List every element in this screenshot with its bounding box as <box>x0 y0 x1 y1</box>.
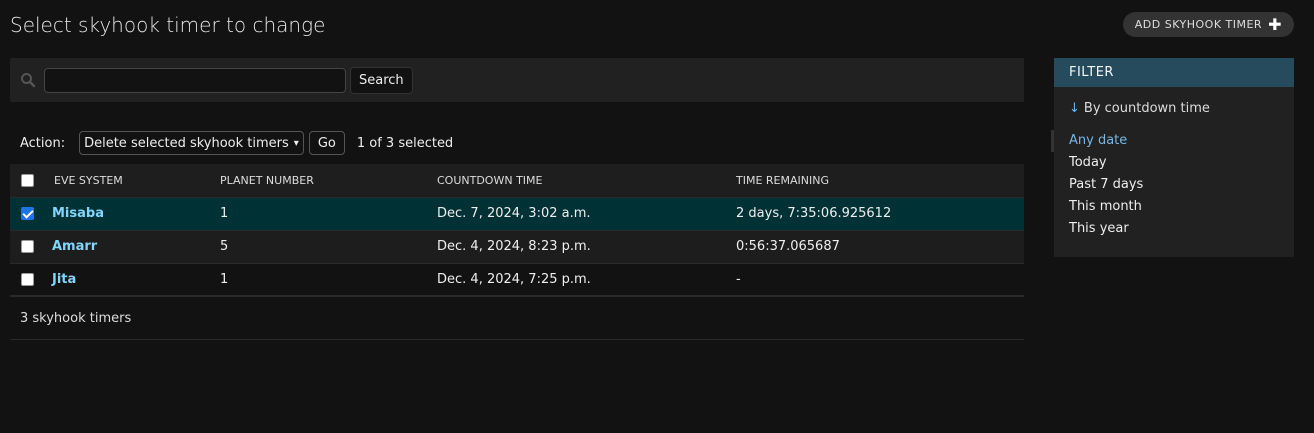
filter-option-today[interactable]: Today <box>1069 152 1294 174</box>
column-header-planet-number[interactable]: PLANET NUMBER <box>220 164 437 198</box>
time-remaining-cell: 0:56:37.065687 <box>736 230 1024 264</box>
countdown-time-cell: Dec. 7, 2024, 3:02 a.m. <box>437 197 736 231</box>
eve-system-link[interactable]: Misaba <box>52 206 104 221</box>
chevron-down-icon: ▾ <box>293 137 299 149</box>
select-all-checkbox[interactable] <box>21 174 34 187</box>
column-header-eve-system[interactable]: EVE SYSTEM <box>46 164 220 198</box>
filter-title: FILTER <box>1054 58 1294 87</box>
row-checkbox[interactable] <box>21 240 34 253</box>
planet-number-cell: 1 <box>220 197 437 231</box>
action-select[interactable]: Delete selected skyhook timers ▾ <box>79 131 304 155</box>
row-checkbox[interactable] <box>21 272 34 286</box>
filter-by-heading[interactable]: ↓ By countdown time <box>1069 101 1279 116</box>
action-label: Action: <box>20 135 66 151</box>
go-button[interactable]: Go <box>308 131 345 155</box>
filter-option-this-year[interactable]: This year <box>1069 218 1294 240</box>
results-table: EVE SYSTEM PLANET NUMBER COUNTDOWN TIME … <box>10 164 1024 297</box>
arrow-down-icon: ↓ <box>1069 101 1080 116</box>
planet-number-cell: 1 <box>220 263 437 297</box>
search-bar: Search <box>10 58 1024 102</box>
search-input[interactable] <box>44 67 346 93</box>
filter-option-this-month[interactable]: This month <box>1069 196 1294 218</box>
add-skyhook-timer-label: ADD SKYHOOK TIMER <box>1134 18 1263 31</box>
time-remaining-cell: - <box>736 263 1024 297</box>
search-icon <box>20 72 36 88</box>
eve-system-link[interactable]: Amarr <box>52 239 97 254</box>
time-remaining-cell: 2 days, 7:35:06.925612 <box>736 197 1024 231</box>
action-bar: Action: Delete selected skyhook timers ▾… <box>10 128 1024 158</box>
table-header-row: EVE SYSTEM PLANET NUMBER COUNTDOWN TIME … <box>10 164 1024 198</box>
plus-icon: ✚ <box>1268 14 1282 34</box>
planet-number-cell: 5 <box>220 230 437 264</box>
filter-option-past-7-days[interactable]: Past 7 days <box>1069 174 1294 196</box>
search-button[interactable]: Search <box>350 66 413 94</box>
table-row: Misaba 1 Dec. 7, 2024, 3:02 a.m. 2 days,… <box>10 197 1024 231</box>
column-header-countdown-time[interactable]: COUNTDOWN TIME <box>437 164 736 198</box>
table-row: Amarr 5 Dec. 4, 2024, 8:23 p.m. 0:56:37.… <box>10 230 1024 264</box>
select-all-cell <box>10 164 46 198</box>
filter-options: Any date Today Past 7 days This month Th… <box>1051 130 1294 240</box>
column-header-time-remaining[interactable]: TIME REMAINING <box>736 164 1024 198</box>
selection-status: 1 of 3 selected <box>356 135 454 151</box>
filter-option-any-date[interactable]: Any date <box>1051 130 1294 152</box>
action-select-value: Delete selected skyhook timers <box>84 135 289 151</box>
page-title: Select skyhook timer to change <box>10 13 326 37</box>
table-row: Jita 1 Dec. 4, 2024, 7:25 p.m. - <box>10 263 1024 297</box>
filter-panel: FILTER ↓ By countdown time Any date Today… <box>1051 58 1294 257</box>
row-checkbox[interactable] <box>21 207 34 220</box>
add-skyhook-timer-button[interactable]: ADD SKYHOOK TIMER ✚ <box>1122 12 1294 37</box>
filter-by-label: By countdown time <box>1083 101 1210 116</box>
result-count: 3 skyhook timers <box>10 297 1024 340</box>
eve-system-link[interactable]: Jita <box>52 272 76 287</box>
countdown-time-cell: Dec. 4, 2024, 8:23 p.m. <box>437 230 736 264</box>
countdown-time-cell: Dec. 4, 2024, 7:25 p.m. <box>437 263 736 297</box>
